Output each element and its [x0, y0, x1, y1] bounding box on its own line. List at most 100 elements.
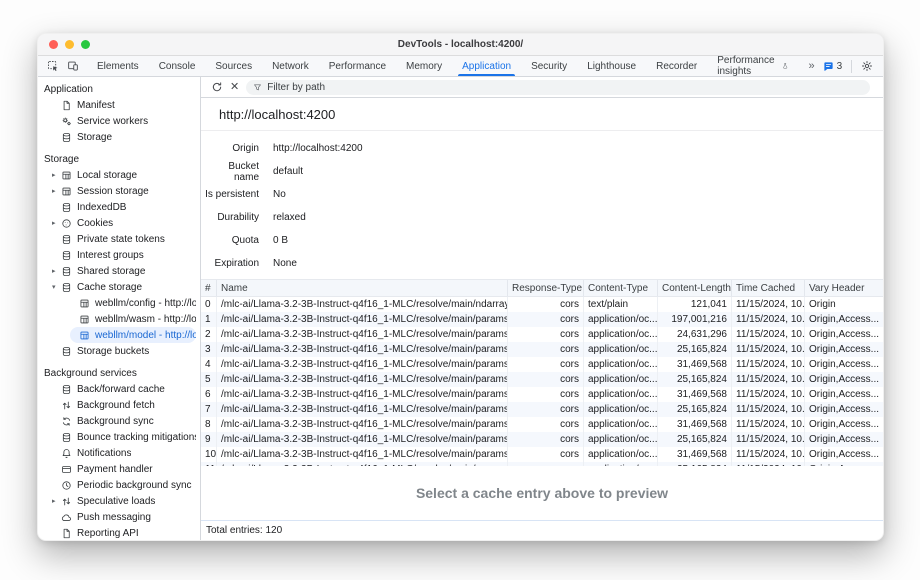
column-header[interactable]: Content-Length: [658, 280, 732, 296]
sidebar-item[interactable]: ▸ Cookies: [52, 215, 196, 231]
sidebar-item-icon: [61, 202, 72, 213]
cell-content-type: application/oc...: [584, 327, 658, 342]
cell-vary-header: Origin: [805, 297, 883, 312]
kebab-menu-icon[interactable]: ⋮: [882, 60, 884, 73]
cell-name: /mlc-ai/Llama-3.2-3B-Instruct-q4f16_1-ML…: [217, 387, 508, 402]
filter-input[interactable]: Filter by path: [246, 80, 870, 95]
panel-tab[interactable]: Console: [149, 56, 206, 76]
column-header[interactable]: Content-Type: [584, 280, 658, 296]
cell-response-type: cors: [508, 312, 584, 327]
metadata-row: Is persistent No: [201, 183, 883, 206]
panel-tab[interactable]: Security: [521, 56, 577, 76]
table-row[interactable]: 1 /mlc-ai/Llama-3.2-3B-Instruct-q4f16_1-…: [201, 312, 883, 327]
panel-tab[interactable]: Lighthouse: [577, 56, 646, 76]
panel-tab[interactable]: Sources: [205, 56, 262, 76]
sidebar-item[interactable]: ▸ Speculative loads: [52, 493, 196, 509]
panel-tab[interactable]: Memory: [396, 56, 452, 76]
cell-response-type: cors: [508, 357, 584, 372]
sidebar-item[interactable]: Service workers: [52, 113, 196, 129]
sidebar-item[interactable]: Back/forward cache: [52, 381, 196, 397]
sidebar-item[interactable]: Push messaging: [52, 509, 196, 525]
refresh-icon[interactable]: [211, 81, 223, 93]
cell-time-cached: 11/15/2024, 10...: [732, 402, 805, 417]
column-header[interactable]: Name: [217, 280, 508, 296]
inspect-element-icon[interactable]: [47, 60, 59, 72]
sidebar-item[interactable]: Background sync: [52, 413, 196, 429]
tab-label: Sources: [215, 61, 252, 72]
cell-content-type: application/oc...: [584, 417, 658, 432]
table-row[interactable]: 5 /mlc-ai/Llama-3.2-3B-Instruct-q4f16_1-…: [201, 372, 883, 387]
table-row[interactable]: 7 /mlc-ai/Llama-3.2-3B-Instruct-q4f16_1-…: [201, 402, 883, 417]
column-header[interactable]: Response-Type: [508, 280, 584, 296]
panel-tab[interactable]: Application: [452, 56, 521, 76]
cell-vary-header: Origin,Access...: [805, 417, 883, 432]
sidebar-item-label: Background fetch: [77, 400, 155, 411]
cell-index: 8: [201, 417, 217, 432]
sidebar-item-icon: [61, 116, 72, 127]
table-row[interactable]: 3 /mlc-ai/Llama-3.2-3B-Instruct-q4f16_1-…: [201, 342, 883, 357]
sidebar-item[interactable]: webllm/wasm - http://loca...: [70, 311, 196, 327]
cell-name: /mlc-ai/Llama-3.2-3B-Instruct-q4f16_1-ML…: [217, 447, 508, 462]
sidebar-item[interactable]: Notifications: [52, 445, 196, 461]
sidebar-item[interactable]: ▾ Cache storage: [52, 279, 196, 295]
close-window-button[interactable]: [49, 40, 58, 49]
table-row[interactable]: 8 /mlc-ai/Llama-3.2-3B-Instruct-q4f16_1-…: [201, 417, 883, 432]
clear-icon[interactable]: ✕: [230, 82, 239, 93]
more-tabs-icon[interactable]: »: [809, 60, 814, 72]
column-header[interactable]: #: [201, 280, 217, 296]
sidebar-item[interactable]: Manifest: [52, 97, 196, 113]
devtools-tab-bar: Elements Console Sources Network: [38, 56, 883, 77]
cell-vary-header: Origin,Access...: [805, 372, 883, 387]
settings-gear-icon[interactable]: [861, 60, 873, 72]
table-row[interactable]: 0 /mlc-ai/Llama-3.2-3B-Instruct-q4f16_1-…: [201, 297, 883, 312]
sidebar-item[interactable]: Background fetch: [52, 397, 196, 413]
sidebar-item[interactable]: Payment handler: [52, 461, 196, 477]
panel-tab[interactable]: Performance insights: [707, 56, 798, 76]
sidebar-item-label: Storage: [77, 132, 112, 143]
panel-tab[interactable]: Network: [262, 56, 319, 76]
cell-content-length: 197,001,216: [658, 312, 732, 327]
sidebar-item[interactable]: Storage buckets: [52, 343, 196, 359]
sidebar-item[interactable]: webllm/model - http://loc...: [70, 327, 196, 343]
cell-content-length: 31,469,568: [658, 417, 732, 432]
sidebar-item[interactable]: Private state tokens: [52, 231, 196, 247]
sidebar-item-label: Periodic background sync: [77, 480, 192, 491]
expander-icon[interactable]: ▸: [52, 497, 61, 505]
sidebar-item-label: Cookies: [77, 218, 113, 229]
filter-placeholder: Filter by path: [267, 82, 325, 93]
device-toolbar-icon[interactable]: [67, 60, 79, 72]
sidebar-item[interactable]: ▸ Local storage: [52, 167, 196, 183]
sidebar-item[interactable]: Periodic background sync: [52, 477, 196, 493]
expander-icon[interactable]: ▾: [52, 283, 61, 291]
column-header[interactable]: Time Cached: [732, 280, 805, 296]
sidebar-item[interactable]: Interest groups: [52, 247, 196, 263]
table-row[interactable]: 9 /mlc-ai/Llama-3.2-3B-Instruct-q4f16_1-…: [201, 432, 883, 447]
preview-pane: Select a cache entry above to preview: [201, 466, 883, 520]
sidebar-item[interactable]: Bounce tracking mitigations: [52, 429, 196, 445]
issues-counter[interactable]: 3: [823, 61, 843, 72]
panel-tab[interactable]: Elements: [87, 56, 149, 76]
sidebar-item[interactable]: webllm/config - http://loc...: [70, 295, 196, 311]
table-row[interactable]: 4 /mlc-ai/Llama-3.2-3B-Instruct-q4f16_1-…: [201, 357, 883, 372]
sidebar-item[interactable]: ▸ Shared storage: [52, 263, 196, 279]
cell-name: /mlc-ai/Llama-3.2-3B-Instruct-q4f16_1-ML…: [217, 402, 508, 417]
expander-icon[interactable]: ▸: [52, 171, 61, 179]
expander-icon[interactable]: ▸: [52, 219, 61, 227]
table-row[interactable]: 2 /mlc-ai/Llama-3.2-3B-Instruct-q4f16_1-…: [201, 327, 883, 342]
metadata-value: 0 B: [273, 235, 288, 246]
panel-tab[interactable]: Performance: [319, 56, 396, 76]
expander-icon[interactable]: ▸: [52, 267, 61, 275]
cell-name: /mlc-ai/Llama-3.2-3B-Instruct-q4f16_1-ML…: [217, 357, 508, 372]
table-row[interactable]: 6 /mlc-ai/Llama-3.2-3B-Instruct-q4f16_1-…: [201, 387, 883, 402]
sidebar-item[interactable]: ▸ Session storage: [52, 183, 196, 199]
column-header[interactable]: Vary Header: [805, 280, 883, 296]
table-row[interactable]: 10 /mlc-ai/Llama-3.2-3B-Instruct-q4f16_1…: [201, 447, 883, 462]
sidebar-item[interactable]: Storage: [52, 129, 196, 145]
maximize-window-button[interactable]: [81, 40, 90, 49]
sidebar-item[interactable]: IndexedDB: [52, 199, 196, 215]
panel-tab[interactable]: Recorder: [646, 56, 707, 76]
minimize-window-button[interactable]: [65, 40, 74, 49]
expander-icon[interactable]: ▸: [52, 187, 61, 195]
cell-vary-header: Origin,Access...: [805, 342, 883, 357]
sidebar-item[interactable]: Reporting API: [52, 525, 196, 540]
